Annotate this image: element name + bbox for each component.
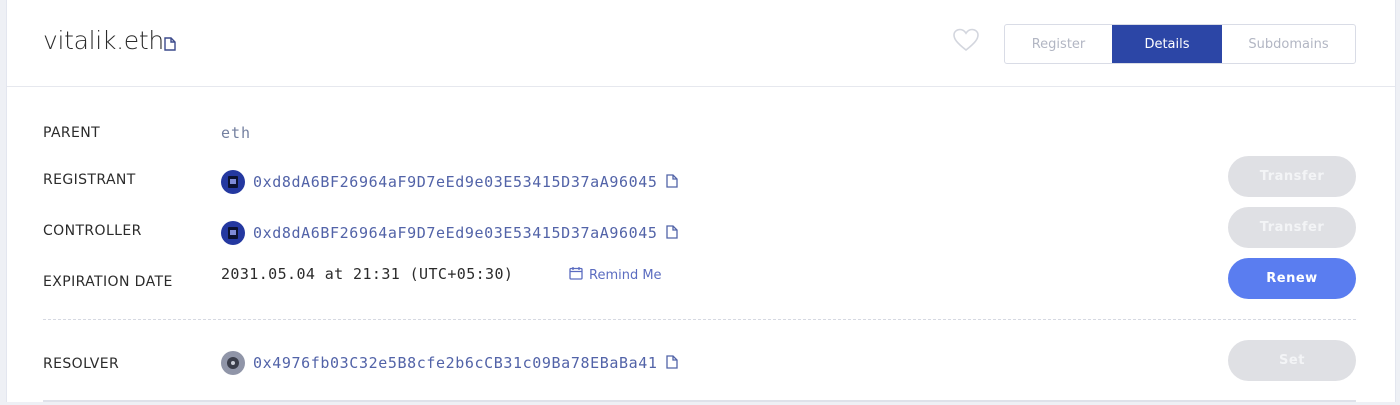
- resolver-set-button[interactable]: Set: [1228, 340, 1356, 381]
- parent-label: PARENT: [43, 125, 101, 141]
- remind-me-label: Remind Me: [589, 267, 662, 283]
- remind-me-link[interactable]: Remind Me: [569, 266, 662, 284]
- resolver-address-row: 0x4976fb03C32e5B8cfe2b6cCB31c09Ba78EBaBa…: [221, 351, 678, 375]
- expiration-label: EXPIRATION DATE: [43, 274, 173, 290]
- resolver-label: RESOLVER: [43, 356, 120, 372]
- expiration-value: 2031.05.04 at 21:31 (UTC+05:30): [221, 265, 514, 283]
- renew-button[interactable]: Renew: [1228, 258, 1356, 299]
- copy-icon[interactable]: [665, 173, 678, 192]
- tab-subdomains[interactable]: Subdomains: [1222, 25, 1355, 63]
- controller-transfer-button[interactable]: Transfer: [1228, 207, 1356, 248]
- tab-details[interactable]: Details: [1112, 25, 1222, 63]
- controller-address-row: 0xd8dA6BF26964aF9D7eEd9e03E53415D37aA960…: [221, 221, 678, 245]
- parent-value[interactable]: eth: [221, 124, 251, 142]
- domain-title: vitalik.eth: [43, 26, 164, 55]
- tab-register[interactable]: Register: [1005, 25, 1112, 63]
- registrant-address-row: 0xd8dA6BF26964aF9D7eEd9e03E53415D37aA960…: [221, 170, 678, 194]
- divider: [43, 319, 1356, 320]
- controller-label: CONTROLLER: [43, 223, 142, 239]
- registrant-transfer-button[interactable]: Transfer: [1228, 156, 1356, 197]
- avatar-icon: [221, 351, 245, 375]
- header: vitalik.eth Register Details Subdomains: [7, 0, 1395, 87]
- tab-bar: Register Details Subdomains: [1004, 24, 1356, 64]
- controller-address[interactable]: 0xd8dA6BF26964aF9D7eEd9e03E53415D37aA960…: [253, 224, 658, 242]
- calendar-icon: [569, 266, 583, 284]
- heart-icon[interactable]: [953, 28, 979, 56]
- copy-icon[interactable]: [665, 354, 678, 373]
- registrant-label: REGISTRANT: [43, 172, 136, 188]
- copy-icon[interactable]: [665, 224, 678, 243]
- registrant-address[interactable]: 0xd8dA6BF26964aF9D7eEd9e03E53415D37aA960…: [253, 173, 658, 191]
- resolver-address[interactable]: 0x4976fb03C32e5B8cfe2b6cCB31c09Ba78EBaBa…: [253, 354, 658, 372]
- avatar-icon: [221, 170, 245, 194]
- copy-icon[interactable]: [164, 36, 176, 55]
- domain-details-card: vitalik.eth Register Details Subdomains …: [6, 0, 1396, 402]
- bottom-border: [43, 400, 1356, 402]
- avatar-icon: [221, 221, 245, 245]
